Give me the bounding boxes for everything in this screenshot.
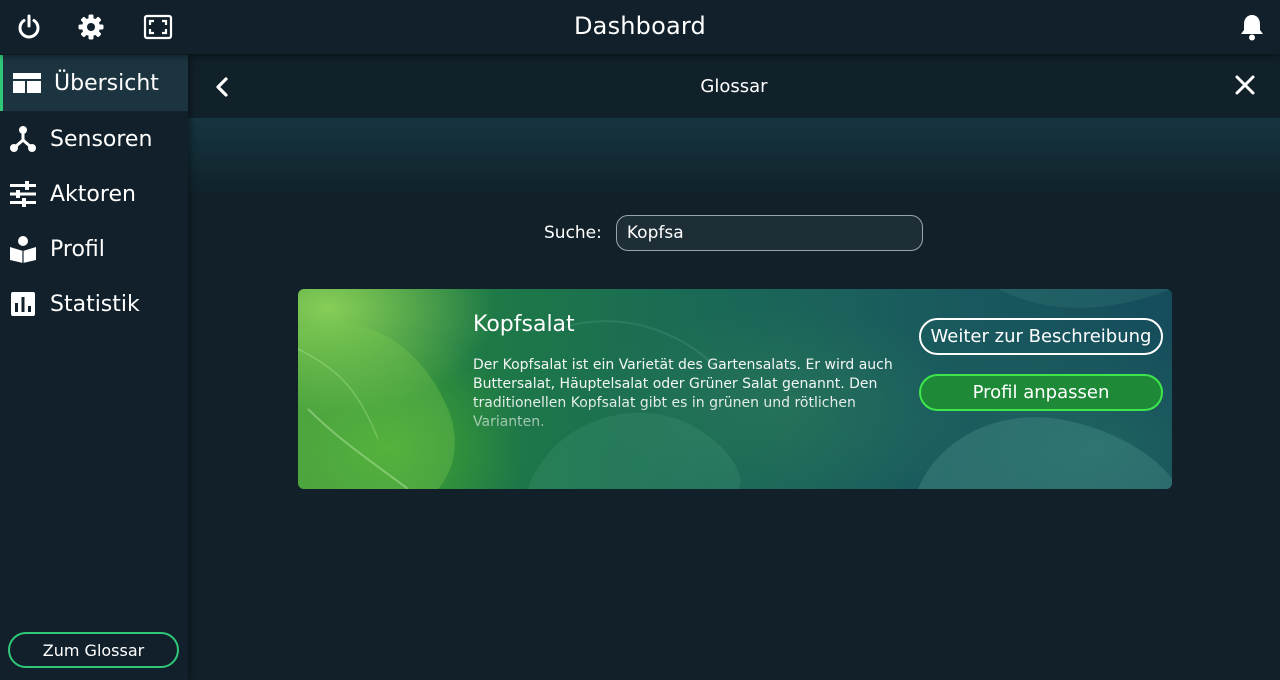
search-label: Suche:	[544, 223, 602, 243]
sidebar: Übersicht Sensoren Aktoren Profil Statis…	[0, 54, 188, 680]
page-title: Dashboard	[573, 12, 706, 40]
search-input[interactable]	[615, 215, 923, 251]
glossary-result-card: Kopfsalat Der Kopfsalat ist ein Varietät…	[298, 289, 1172, 489]
sliders-icon	[8, 179, 38, 209]
close-icon[interactable]	[1232, 72, 1258, 98]
sidebar-item-label: Profil	[50, 236, 105, 262]
card-description: Der Kopfsalat ist ein Varietät des Garte…	[473, 357, 893, 430]
glossar-title: Glossar	[700, 76, 768, 97]
top-bar: Dashboard	[0, 0, 1280, 54]
main-content: Glossar Suche: Kopfsalat Der Kopfsalat i…	[188, 54, 1280, 680]
sidebar-item-label: Aktoren	[50, 181, 136, 207]
bar-chart-icon	[8, 289, 38, 319]
header-banner	[188, 118, 1280, 194]
sidebar-item-label: Statistik	[50, 291, 140, 317]
zum-glossar-button[interactable]: Zum Glossar	[8, 632, 179, 668]
glossar-header: Glossar	[188, 54, 1280, 118]
reading-person-icon	[8, 234, 38, 264]
sensor-icon	[8, 124, 38, 154]
weiter-zur-beschreibung-button[interactable]: Weiter zur Beschreibung	[919, 318, 1163, 355]
sidebar-item-aktoren[interactable]: Aktoren	[0, 166, 188, 222]
sidebar-item-statistik[interactable]: Statistik	[0, 276, 188, 332]
profil-anpassen-button[interactable]: Profil anpassen	[919, 374, 1163, 411]
overview-icon	[12, 68, 42, 98]
sidebar-item-sensoren[interactable]: Sensoren	[0, 111, 188, 167]
sidebar-item-uebersicht[interactable]: Übersicht	[0, 55, 188, 111]
sidebar-item-label: Übersicht	[54, 70, 159, 96]
search-row: Suche:	[544, 215, 923, 251]
card-title: Kopfsalat	[473, 312, 575, 337]
bell-icon[interactable]	[1237, 12, 1267, 42]
sidebar-item-profil[interactable]: Profil	[0, 221, 188, 277]
sidebar-item-label: Sensoren	[50, 126, 153, 152]
